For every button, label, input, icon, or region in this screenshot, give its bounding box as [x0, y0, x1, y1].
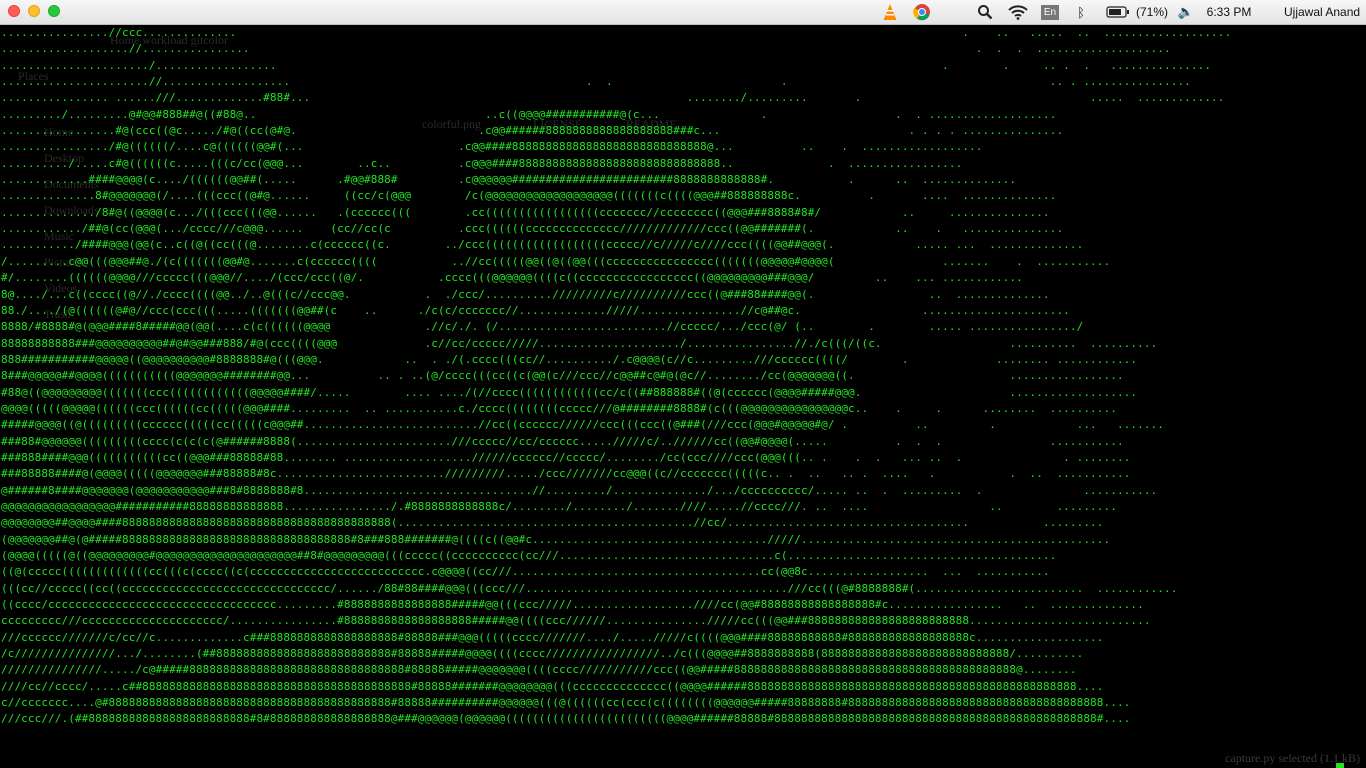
close-window-button[interactable] [8, 5, 20, 17]
input-language-indicator[interactable]: En [1040, 0, 1060, 24]
terminal-window[interactable]: Home workload gitcolor Places Home Deskt… [0, 25, 1366, 768]
clock[interactable]: 6:33 PM [1206, 0, 1252, 24]
battery-icon[interactable] [1104, 0, 1132, 24]
battery-percent: (71%) [1135, 5, 1168, 19]
background-status-text: capture.py selected (1.1 kB) [1225, 751, 1360, 765]
search-icon[interactable] [975, 0, 995, 24]
apple-user-icon[interactable] [1262, 0, 1282, 24]
minimize-window-button[interactable] [28, 5, 40, 17]
ascii-art-output: ................//ccc.............. . ..… [1, 26, 1232, 726]
menu-bar: En ᛒ (71%) 🔈 6:33 PM Ujjawal Anand [0, 0, 1366, 25]
user-name[interactable]: Ujjawal Anand [1284, 0, 1364, 24]
wifi-icon[interactable] [1006, 0, 1030, 24]
maximize-window-button[interactable] [48, 5, 60, 17]
chrome-icon[interactable] [912, 0, 932, 24]
volume-icon[interactable]: 🔈 [1176, 0, 1196, 24]
bluetooth-icon[interactable]: ᛒ [1072, 0, 1090, 24]
language-badge: En [1040, 4, 1060, 20]
apple-icon[interactable] [944, 0, 964, 24]
vlc-icon[interactable] [880, 0, 900, 24]
